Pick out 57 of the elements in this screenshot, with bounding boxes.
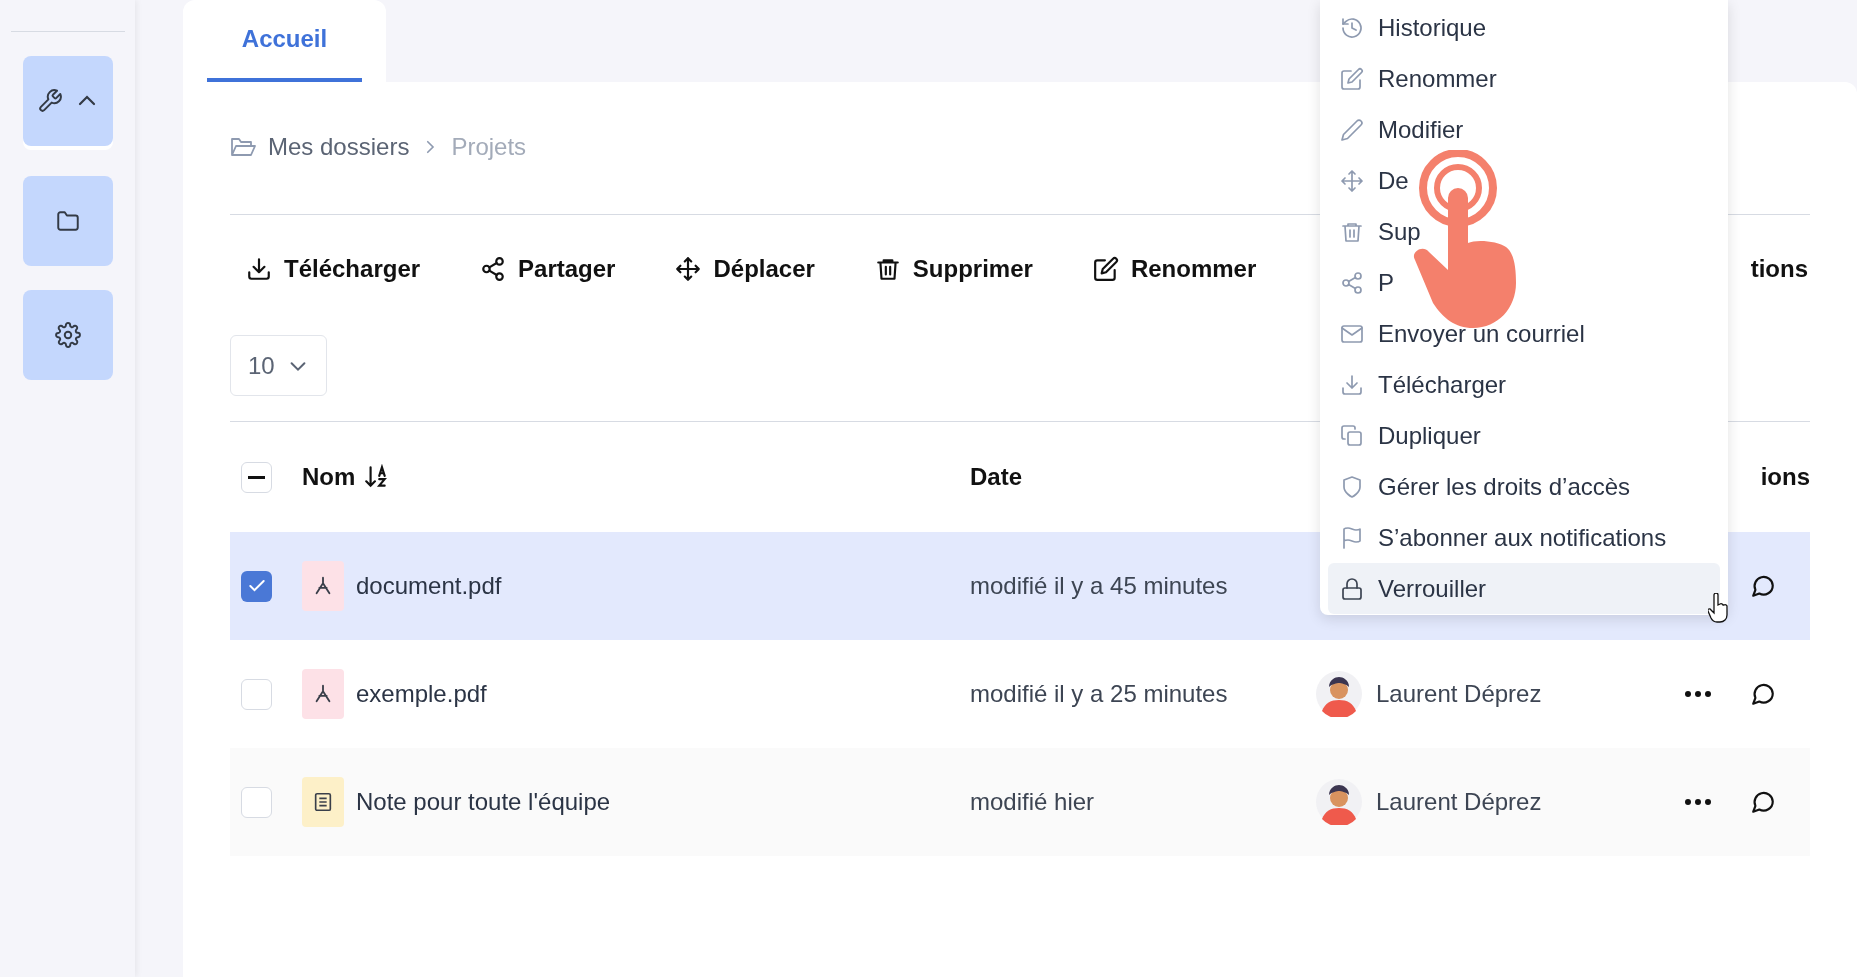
trash-icon [874, 256, 901, 282]
history-icon [1340, 15, 1364, 40]
column-header: Nom [302, 462, 356, 492]
checkbox[interactable] [241, 678, 272, 710]
breadcrumb-link[interactable]: Mes dossiers [268, 129, 410, 165]
toolbar-button[interactable]: Télécharger [246, 251, 421, 287]
toolbar-button[interactable]: Renommer [1092, 251, 1257, 287]
folder-open-icon [230, 136, 256, 158]
folder-icon [54, 208, 81, 234]
owner-name: Laurent Déprez [1376, 787, 1542, 817]
owner-name: Laurent Déprez [1376, 679, 1542, 709]
comment-button[interactable] [1750, 573, 1776, 599]
copy-icon [1340, 423, 1364, 448]
lock-icon [1340, 576, 1364, 601]
page-size-select[interactable]: 10 [230, 335, 327, 396]
download-icon [1340, 372, 1364, 397]
date-text: modifié hier [970, 788, 1095, 815]
settings-icon [54, 322, 81, 348]
sort-icon[interactable] [363, 464, 390, 490]
move-icon [675, 256, 702, 282]
checkbox[interactable] [241, 461, 272, 493]
breadcrumb-current: Projets [451, 132, 527, 162]
toolbar-button[interactable]: Supprimer [874, 251, 1033, 287]
note-file-icon [302, 777, 344, 827]
share-icon [1340, 270, 1364, 295]
comment-button[interactable] [1750, 681, 1776, 707]
menu-item[interactable]: Verrouiller [1328, 563, 1720, 614]
toolbar-button[interactable]: Déplacer [675, 251, 815, 287]
shield-icon [1340, 474, 1364, 499]
more-options-button[interactable] [1684, 690, 1712, 698]
pdf-file-icon [302, 669, 344, 719]
edit-icon [1340, 66, 1364, 91]
toolbar-button-label[interactable]: tions [1750, 251, 1808, 287]
move-icon [1340, 168, 1364, 193]
table-row[interactable]: Note pour toute l'équipe modifié hier Laurent Déprez [230, 748, 1810, 856]
edit-icon [1092, 256, 1119, 282]
file-name[interactable]: document.pdf [356, 568, 502, 604]
toolbar-button[interactable]: Partager [480, 251, 616, 287]
download-icon [246, 256, 272, 282]
column-header: ions [1760, 462, 1810, 492]
avatar-icon [1316, 779, 1362, 825]
more-options-button[interactable] [1684, 798, 1712, 806]
checkbox[interactable] [241, 570, 272, 602]
file-name[interactable]: exemple.pdf [356, 676, 487, 712]
file-name[interactable]: Note pour toute l'équipe [356, 784, 611, 820]
settings-nav-button[interactable] [22, 290, 113, 380]
share-icon [480, 256, 507, 282]
pdf-file-icon [302, 561, 344, 611]
avatar-icon [1316, 671, 1362, 717]
checkbox[interactable] [241, 786, 272, 818]
wrench-icon [36, 88, 63, 114]
date-text: modifié il y a 25 minutes [970, 680, 1228, 707]
comment-button[interactable] [1750, 789, 1776, 815]
column-header: Date [970, 462, 1023, 492]
flag-icon [1340, 525, 1364, 550]
pencil-icon [1340, 117, 1364, 142]
date-text: modifié il y a 45 minutes [970, 572, 1228, 599]
